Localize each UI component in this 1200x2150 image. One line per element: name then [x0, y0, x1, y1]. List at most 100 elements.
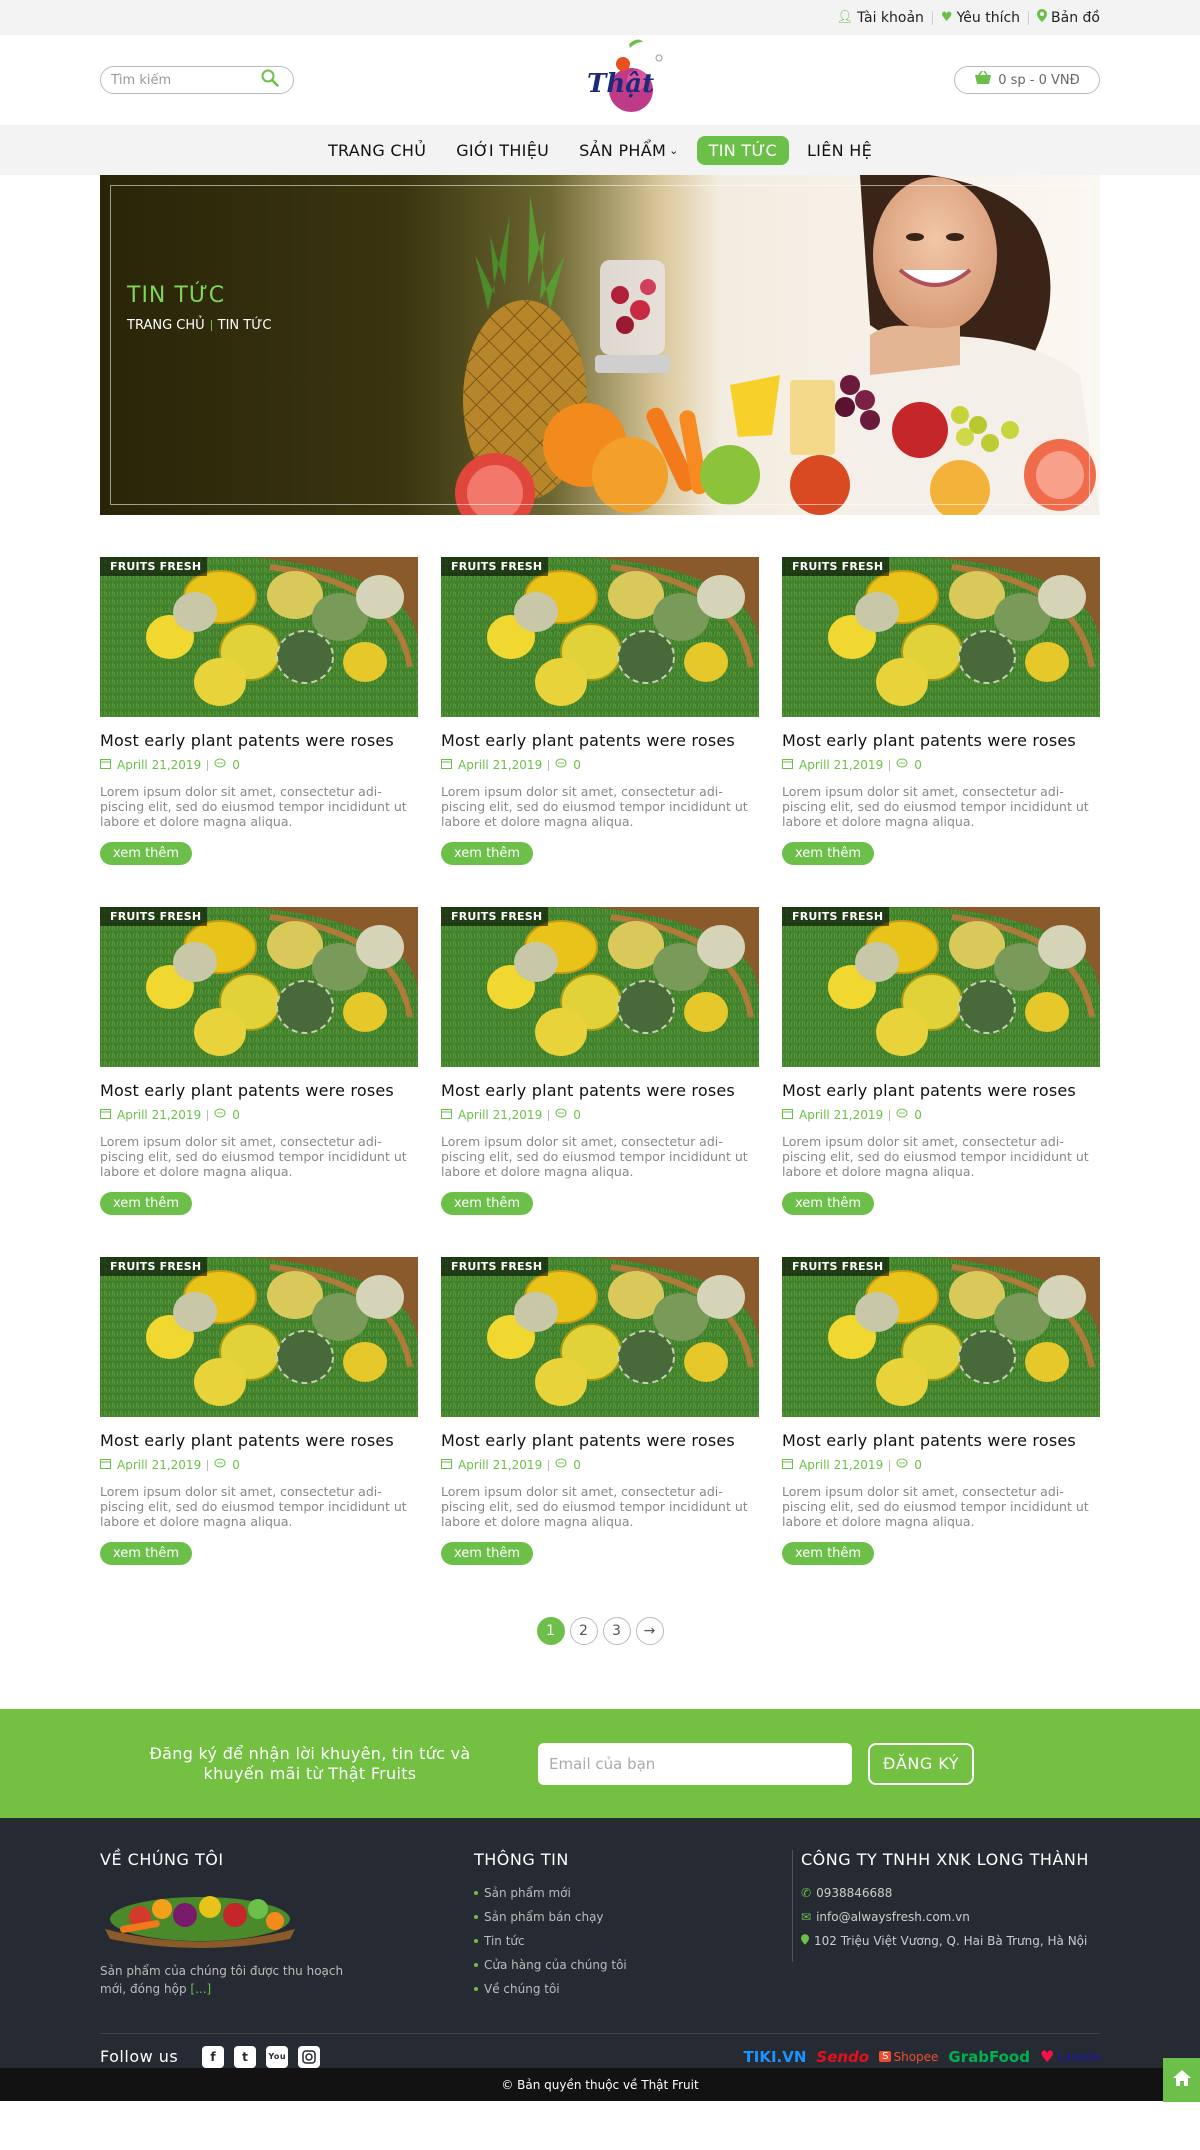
- read-more-button[interactable]: xem thêm: [100, 842, 193, 865]
- youtube-icon[interactable]: You: [266, 2045, 289, 2068]
- post-comment-count: 0: [914, 1458, 922, 1472]
- read-more-button[interactable]: xem thêm: [100, 1542, 193, 1565]
- chevron-down-icon: ⌄: [669, 143, 679, 157]
- post-title[interactable]: Most early plant patents were roses: [782, 731, 1100, 750]
- breadcrumb-home[interactable]: TRANG CHỦ: [127, 318, 205, 333]
- partner-tiki[interactable]: TIKI.VN: [744, 2048, 807, 2066]
- post-thumbnail[interactable]: FRUITS FRESH: [100, 1257, 418, 1417]
- partner-sendo[interactable]: Sendo: [816, 2048, 869, 2066]
- home-button[interactable]: [1163, 2058, 1200, 2102]
- post-category-tag[interactable]: FRUITS FRESH: [100, 1257, 208, 1276]
- post-title[interactable]: Most early plant patents were roses: [782, 1431, 1100, 1450]
- post-title[interactable]: Most early plant patents were roses: [782, 1081, 1100, 1100]
- partner-shopee[interactable]: S Shopee: [879, 2050, 938, 2064]
- address-text: 102 Triệu Việt Vương, Q. Hai Bà Trưng, H…: [814, 1934, 1088, 1948]
- footer-link[interactable]: Sản phẩm bán chạy: [474, 1905, 792, 1929]
- read-more-button[interactable]: xem thêm: [441, 1542, 534, 1565]
- post-meta: Aprill 21,2019 0: [100, 1108, 418, 1122]
- partner-lazada[interactable]: ♥ Lazada: [1040, 2047, 1100, 2066]
- read-more-button[interactable]: xem thêm: [782, 1542, 875, 1565]
- post-title[interactable]: Most early plant patents were roses: [441, 1081, 759, 1100]
- read-more-button[interactable]: xem thêm: [782, 1192, 875, 1215]
- post-title[interactable]: Most early plant patents were roses: [100, 1431, 418, 1450]
- nav-item-news[interactable]: TIN TỨC: [696, 135, 789, 165]
- divider: [207, 1109, 209, 1121]
- footer-link[interactable]: Tin tức: [474, 1929, 792, 1953]
- post-thumbnail[interactable]: FRUITS FRESH: [100, 907, 418, 1067]
- about-read-more-link[interactable]: [...]: [190, 1982, 211, 1996]
- comment-icon: [896, 1458, 908, 1472]
- read-more-button[interactable]: xem thêm: [441, 1192, 534, 1215]
- post-excerpt: Lorem ipsum dolor sit amet, consectetur …: [100, 784, 407, 829]
- page-1[interactable]: 1: [536, 1617, 565, 1645]
- search-icon[interactable]: [261, 69, 279, 91]
- nav-item-contact[interactable]: LIÊN HỆ: [795, 136, 884, 165]
- post-category-tag[interactable]: FRUITS FRESH: [782, 907, 890, 926]
- map-link[interactable]: Bản đồ: [1037, 9, 1100, 26]
- post-thumbnail[interactable]: FRUITS FRESH: [441, 907, 759, 1067]
- lazada-heart-icon: ♥: [1039, 2047, 1055, 2066]
- twitter-icon[interactable]: t: [234, 2045, 257, 2068]
- nav-item-home[interactable]: TRANG CHỦ: [316, 136, 438, 165]
- company-email[interactable]: ✉ info@alwaysfresh.com.vn: [801, 1905, 1100, 1929]
- squash-image: [100, 557, 418, 717]
- subscribe-button[interactable]: ĐĂNG KÝ: [868, 1742, 974, 1785]
- wishlist-link[interactable]: ♥ Yêu thích: [941, 10, 1020, 26]
- email-text: info@alwaysfresh.com.vn: [816, 1910, 970, 1924]
- footer-link[interactable]: Về chúng tôi: [474, 1977, 792, 2001]
- post-comment-count: 0: [914, 1108, 922, 1122]
- company-phone[interactable]: ✆ 0938846688: [801, 1881, 1100, 1905]
- read-more-button[interactable]: xem thêm: [100, 1192, 193, 1215]
- post-thumbnail[interactable]: FRUITS FRESH: [100, 557, 418, 717]
- post-category-tag[interactable]: FRUITS FRESH: [441, 907, 549, 926]
- footer-link[interactable]: Cửa hàng của chúng tôi: [474, 1953, 792, 1977]
- read-more-button[interactable]: xem thêm: [441, 842, 534, 865]
- post-title[interactable]: Most early plant patents were roses: [441, 1431, 759, 1450]
- email-field[interactable]: [538, 1742, 852, 1785]
- post-category-tag[interactable]: FRUITS FRESH: [441, 557, 549, 576]
- page-3[interactable]: 3: [602, 1617, 631, 1645]
- post-thumbnail[interactable]: FRUITS FRESH: [441, 557, 759, 717]
- partner-grabfood[interactable]: GrabFood: [948, 2048, 1030, 2066]
- post-thumbnail[interactable]: FRUITS FRESH: [782, 557, 1100, 717]
- post-excerpt: Lorem ipsum dolor sit amet, consectetur …: [782, 1484, 1089, 1529]
- post-category-tag[interactable]: FRUITS FRESH: [782, 1257, 890, 1276]
- squash-image: [782, 1257, 1100, 1417]
- social-links: Follow us f t You: [100, 2045, 321, 2068]
- facebook-icon[interactable]: f: [202, 2045, 225, 2068]
- cart-label: 0 sp - 0 VNĐ: [998, 72, 1080, 88]
- cart-button[interactable]: 0 sp - 0 VNĐ: [954, 66, 1100, 94]
- divider: [1028, 10, 1030, 25]
- post-title[interactable]: Most early plant patents were roses: [100, 731, 418, 750]
- calendar-icon: [100, 758, 111, 772]
- calendar-icon: [441, 1108, 452, 1122]
- footer-link[interactable]: Sản phẩm mới: [474, 1881, 792, 1905]
- post-title[interactable]: Most early plant patents were roses: [441, 731, 759, 750]
- nav-item-products[interactable]: SẢN PHẨM ⌄: [567, 136, 691, 165]
- logo[interactable]: Thật: [579, 35, 669, 125]
- next-page-arrow-icon[interactable]: →: [635, 1617, 664, 1645]
- post-category-tag[interactable]: FRUITS FRESH: [100, 907, 208, 926]
- footer-heading: VỀ CHÚNG TÔI: [100, 1850, 224, 1869]
- partner-lazada-label: Lazada: [1057, 2049, 1100, 2064]
- nav-item-about[interactable]: GIỚI THIỆU: [444, 136, 561, 165]
- footer-about-text: Sản phẩm của chúng tôi được thu hoạch mớ…: [100, 1962, 370, 1998]
- post-category-tag[interactable]: FRUITS FRESH: [100, 557, 208, 576]
- company-address: 102 Triệu Việt Vương, Q. Hai Bà Trưng, H…: [801, 1929, 1100, 1953]
- instagram-icon[interactable]: [298, 2045, 321, 2068]
- post-category-tag[interactable]: FRUITS FRESH: [441, 1257, 549, 1276]
- search-input[interactable]: [111, 72, 261, 88]
- post-title[interactable]: Most early plant patents were roses: [100, 1081, 418, 1100]
- account-link[interactable]: 👤︎ Tài khoản: [837, 10, 924, 26]
- footer-about: VỀ CHÚNG TÔI Sản phẩm của chúng tôi được…: [100, 1850, 474, 2001]
- squash-image: [100, 1257, 418, 1417]
- comment-icon: [214, 758, 226, 772]
- post-comment-count: 0: [573, 1458, 581, 1472]
- post-thumbnail[interactable]: FRUITS FRESH: [782, 1257, 1100, 1417]
- post-thumbnail[interactable]: FRUITS FRESH: [441, 1257, 759, 1417]
- read-more-button[interactable]: xem thêm: [782, 842, 875, 865]
- post-category-tag[interactable]: FRUITS FRESH: [782, 557, 890, 576]
- post-thumbnail[interactable]: FRUITS FRESH: [782, 907, 1100, 1067]
- page-2[interactable]: 2: [569, 1617, 598, 1645]
- post-meta: Aprill 21,2019 0: [782, 1108, 1100, 1122]
